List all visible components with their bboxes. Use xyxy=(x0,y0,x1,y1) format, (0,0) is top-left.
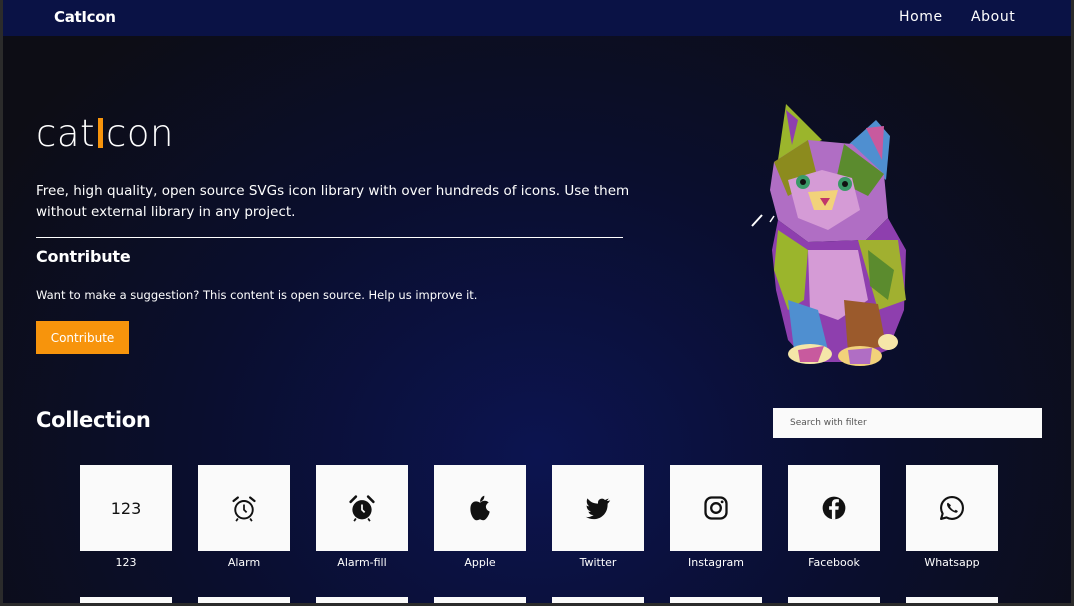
next-row-card[interactable] xyxy=(552,597,644,606)
alarm-icon xyxy=(232,496,256,522)
facebook-icon xyxy=(822,496,846,520)
next-row-card[interactable] xyxy=(788,597,880,606)
search-input[interactable] xyxy=(773,408,1042,438)
collection-title: Collection xyxy=(36,408,151,432)
brand-logo[interactable]: CatIcon xyxy=(54,8,116,26)
contribute-heading: Contribute xyxy=(36,247,131,266)
nav-home-link[interactable]: Home xyxy=(899,9,943,25)
icon-card-alarm[interactable]: Alarm xyxy=(198,465,290,569)
logo-text-left: cat xyxy=(36,112,96,155)
nav-about-link[interactable]: About xyxy=(971,9,1015,25)
icon-card-label: Facebook xyxy=(808,556,860,569)
icon-card-instagram[interactable]: Instagram xyxy=(670,465,762,569)
icon-card-facebook[interactable]: Facebook xyxy=(788,465,880,569)
logo-text-right: con xyxy=(106,112,174,155)
icon-card-twitter[interactable]: Twitter xyxy=(552,465,644,569)
icon-card-label: Whatsapp xyxy=(924,556,980,569)
icon-card-label: Twitter xyxy=(579,556,617,569)
icon-card-box[interactable] xyxy=(434,465,526,551)
logo-accent-bar xyxy=(98,118,104,148)
icon-card-label: Instagram xyxy=(688,556,744,569)
icon-card-box[interactable] xyxy=(906,465,998,551)
icon-card-label: Apple xyxy=(464,556,496,569)
top-navbar: CatIcon Home About xyxy=(0,0,1074,36)
instagram-icon xyxy=(704,496,728,520)
123-icon: 123 xyxy=(110,498,142,518)
hero-tagline: Free, high quality, open source SVGs ico… xyxy=(36,183,630,220)
icon-card-box[interactable] xyxy=(198,465,290,551)
icon-card-alarm-fill[interactable]: Alarm-fill xyxy=(316,465,408,569)
next-row-card[interactable] xyxy=(670,597,762,606)
whatsapp-icon xyxy=(940,496,964,520)
next-row-card[interactable] xyxy=(316,597,408,606)
twitter-icon xyxy=(585,498,611,520)
icon-card-box[interactable] xyxy=(552,465,644,551)
icon-card-label: 123 xyxy=(115,556,137,569)
next-row-card[interactable] xyxy=(434,597,526,606)
next-row-card[interactable] xyxy=(906,597,998,606)
icon-card-box[interactable]: 123 xyxy=(80,465,172,551)
cat-illustration xyxy=(751,104,906,366)
alarm-fill-icon xyxy=(349,495,375,522)
icon-card-label: Alarm-fill xyxy=(337,556,387,569)
icon-card-box[interactable] xyxy=(788,465,880,551)
caticon-logo: cat con xyxy=(36,112,174,156)
contribute-button[interactable]: Contribute xyxy=(36,321,129,354)
icon-card-whatsapp[interactable]: Whatsapp xyxy=(906,465,998,569)
next-row-card[interactable] xyxy=(80,597,172,606)
icon-card-label: Alarm xyxy=(227,556,261,569)
apple-icon xyxy=(470,495,490,521)
icon-card-box[interactable] xyxy=(670,465,762,551)
next-row-card[interactable] xyxy=(198,597,290,606)
contribute-text: Want to make a suggestion? This content … xyxy=(36,288,478,302)
icon-card-123[interactable]: 123 123 xyxy=(80,465,172,569)
icon-card-apple[interactable]: Apple xyxy=(434,465,526,569)
divider xyxy=(36,237,623,238)
icon-card-box[interactable] xyxy=(316,465,408,551)
